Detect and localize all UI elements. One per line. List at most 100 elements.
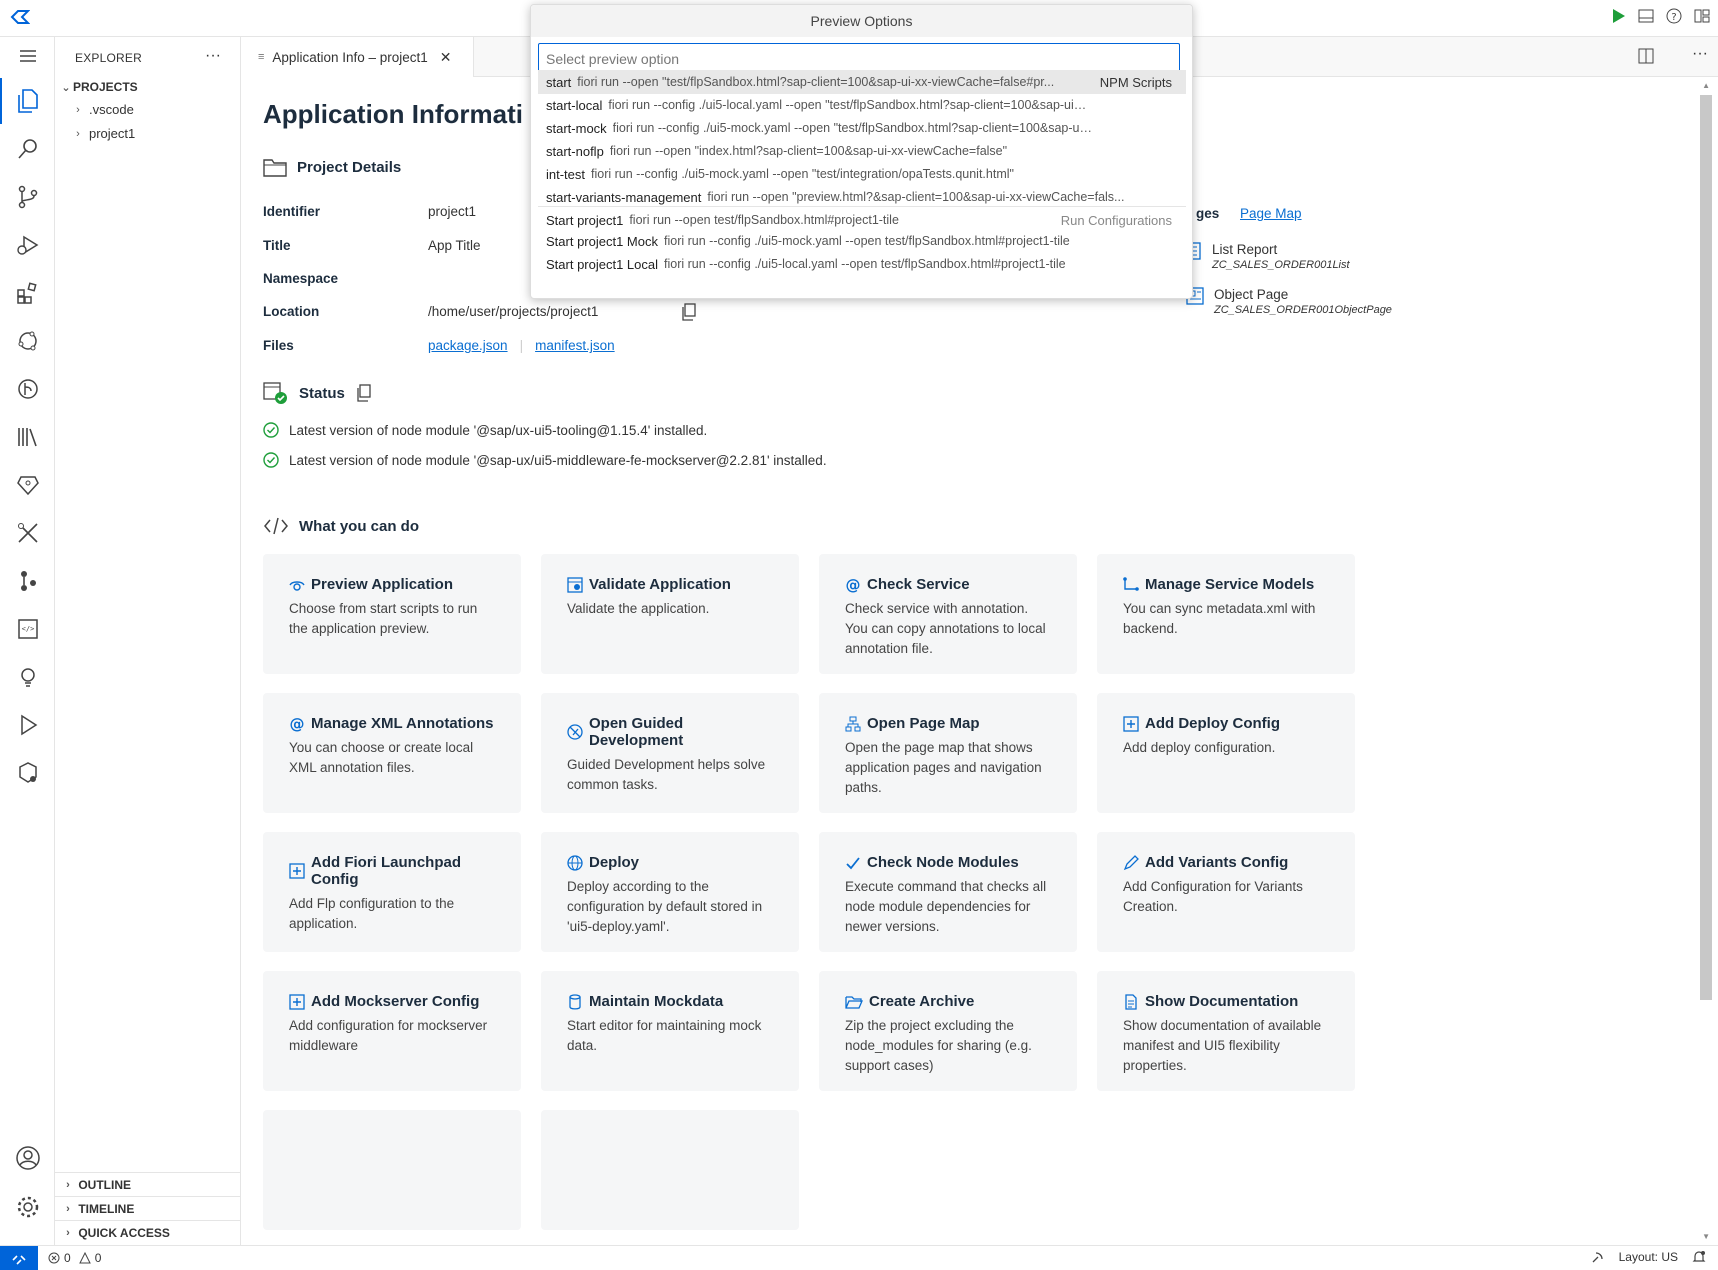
action-card-add-fiori-launchpad-config[interactable]: Add Fiori Launchpad Config Add Flp config… (263, 832, 521, 952)
tree-root-projects[interactable]: ⌄ PROJECTS (59, 80, 137, 94)
action-card-check-node-modules[interactable]: Check Node Modules Execute command that c… (819, 832, 1077, 952)
status-item: Latest version of node module '@sap/ux-u… (263, 422, 707, 438)
vertical-scrollbar[interactable] (1700, 95, 1712, 1000)
run-debug-icon[interactable] (13, 230, 43, 260)
action-card-open-page-map[interactable]: Open Page Map Open the page map that show… (819, 693, 1077, 813)
package-icon[interactable] (13, 758, 43, 788)
workflow-icon[interactable] (13, 566, 43, 596)
more-actions-icon[interactable]: ··· (1692, 45, 1708, 63)
problems-indicator[interactable]: 0 0 (48, 1251, 101, 1265)
page-map-link[interactable]: Page Map (1240, 206, 1302, 221)
card-title-text: Open Page Map (867, 715, 980, 732)
card-description: Add configuration for mockserver middlew… (289, 1018, 488, 1053)
action-card-validate-application[interactable]: Validate Application Validate the applica… (541, 554, 799, 674)
chevron-right-icon: › (76, 127, 80, 140)
bulb-icon[interactable] (13, 662, 43, 692)
section-quick-access[interactable]: › QUICK ACCESS (55, 1220, 240, 1244)
validate-icon (567, 576, 583, 593)
preview-option-item[interactable]: Start project1 Local fiori run --config .… (538, 252, 1186, 276)
preview-option-item[interactable]: start-noflp fiori run --open "index.html?… (538, 139, 1186, 163)
check-icon (845, 855, 861, 871)
notifications-icon[interactable] (1692, 1250, 1706, 1264)
preview-option-item[interactable]: Start project1 Mock fiori run --config ./… (538, 229, 1186, 253)
page-name: Object Page (1214, 287, 1289, 302)
tools-icon[interactable] (13, 518, 43, 548)
action-card-maintain-mockdata[interactable]: Maintain Mockdata Start editor for mainta… (541, 971, 799, 1091)
source-control-icon[interactable] (13, 182, 43, 212)
play-icon[interactable] (13, 710, 43, 740)
layout-icon[interactable] (1694, 8, 1710, 24)
preview-option-item[interactable]: start-local fiori run --config ./ui5-loca… (538, 93, 1186, 117)
tab-label: Application Info – project1 (272, 49, 428, 65)
action-card-create-archive[interactable]: Create Archive Zip the project excluding … (819, 971, 1077, 1091)
broadcast-icon[interactable] (1591, 1250, 1605, 1264)
menu-icon[interactable] (13, 41, 43, 71)
package-json-link[interactable]: package.json (428, 338, 508, 353)
scroll-down-icon[interactable]: ▼ (1702, 1232, 1710, 1241)
globe-icon (567, 854, 583, 871)
warning-count: 0 (94, 1251, 102, 1265)
toggle-panel-icon[interactable] (1638, 8, 1654, 24)
preview-option-item[interactable]: start-mock fiori run --config ./ui5-mock.… (538, 116, 1186, 140)
help-icon[interactable]: ? (1666, 8, 1682, 24)
action-card-manage-service-models[interactable]: Manage Service Models You can sync metada… (1097, 554, 1355, 674)
card-title-text: Show Documentation (1145, 993, 1299, 1010)
remote-icon[interactable] (0, 1246, 38, 1270)
action-card-show-documentation[interactable]: Show Documentation Show documentation of … (1097, 971, 1355, 1091)
action-card-open-guided-development[interactable]: Open Guided Development Guided Developmen… (541, 693, 799, 813)
manifest-json-link[interactable]: manifest.json (535, 338, 615, 353)
action-card-partial[interactable] (541, 1110, 799, 1230)
remote-explorer-icon[interactable] (13, 326, 43, 356)
keyboard-layout[interactable]: Layout: US (1619, 1250, 1678, 1264)
app-page-list-report[interactable]: List Report ZC_SALES_ORDER001List (1186, 242, 1350, 271)
extensions-icon[interactable] (13, 278, 43, 308)
field-label: Title (263, 238, 291, 253)
divider: | (519, 338, 524, 353)
action-card-add-deploy-config[interactable]: Add Deploy Config Add deploy configuratio… (1097, 693, 1355, 813)
action-card-add-mockserver-config[interactable]: Add Mockserver Config Add configuration f… (263, 971, 521, 1091)
app-window: ? </> EXPLORER ··· ⌄ PROJECTS › .vscode … (0, 0, 1718, 1270)
action-card-add-variants-config[interactable]: Add Variants Config Add Configuration for… (1097, 832, 1355, 952)
tree-item-vscode[interactable]: › .vscode (71, 102, 134, 117)
action-card-partial[interactable] (263, 1110, 521, 1230)
scroll-up-icon[interactable]: ▲ (1702, 81, 1710, 90)
card-title: Preview Application (289, 576, 495, 593)
app-page-object-page[interactable]: Object Page ZC_SALES_ORDER001ObjectPage (1186, 287, 1392, 316)
git-graph-icon[interactable] (13, 374, 43, 404)
action-card-preview-application[interactable]: Preview Application Choose from start scr… (263, 554, 521, 674)
action-card-deploy[interactable]: Deploy Deploy according to the configurat… (541, 832, 799, 952)
preview-option-item[interactable]: int-test fiori run --config ./ui5-mock.ya… (538, 162, 1186, 186)
section-label: QUICK ACCESS (78, 1225, 170, 1240)
close-icon[interactable]: ✕ (440, 49, 452, 66)
card-description: Add Configuration for Variants Creation. (1123, 879, 1303, 914)
field-value: project1 (428, 204, 477, 219)
copy-icon[interactable] (680, 303, 696, 321)
tree-item-project1[interactable]: › project1 (71, 126, 135, 141)
card-title-text: Add Deploy Config (1145, 715, 1280, 732)
page-map-icon (845, 716, 861, 732)
section-outline[interactable]: › OUTLINE (55, 1172, 240, 1196)
code-check-icon[interactable]: </> (13, 614, 43, 644)
folder-icon (263, 157, 287, 177)
explorer-icon[interactable] (0, 78, 43, 124)
account-icon[interactable] (13, 1143, 43, 1173)
run-icon[interactable] (1610, 8, 1626, 24)
settings-gear-icon[interactable] (13, 1192, 43, 1222)
svg-text:@: @ (290, 716, 305, 732)
tab-application-info[interactable]: ≡ Application Info – project1 ✕ (242, 37, 474, 77)
option-command: fiori run --config ./ui5-local.yaml --op… (664, 257, 1066, 271)
code-icon (263, 517, 289, 535)
section-timeline[interactable]: › TIMELINE (55, 1196, 240, 1220)
library-icon[interactable] (13, 422, 43, 452)
copy-icon[interactable] (355, 384, 371, 402)
option-command: fiori run --config ./ui5-mock.yaml --ope… (591, 167, 1014, 181)
split-editor-icon[interactable] (1638, 48, 1654, 64)
action-card-manage-xml-annotations[interactable]: @ Manage XML Annotations You can choose or… (263, 693, 521, 813)
search-icon[interactable] (13, 134, 43, 164)
gem-icon[interactable] (13, 470, 43, 500)
action-card-check-service[interactable]: @ Check Service Check service with annotat… (819, 554, 1077, 674)
more-actions-icon[interactable]: ··· (205, 47, 221, 65)
pages-label: ges (1196, 206, 1220, 221)
field-label: Files (263, 338, 294, 353)
preview-option-item[interactable]: start fiori run --open "test/flpSandbox.h… (538, 70, 1186, 94)
